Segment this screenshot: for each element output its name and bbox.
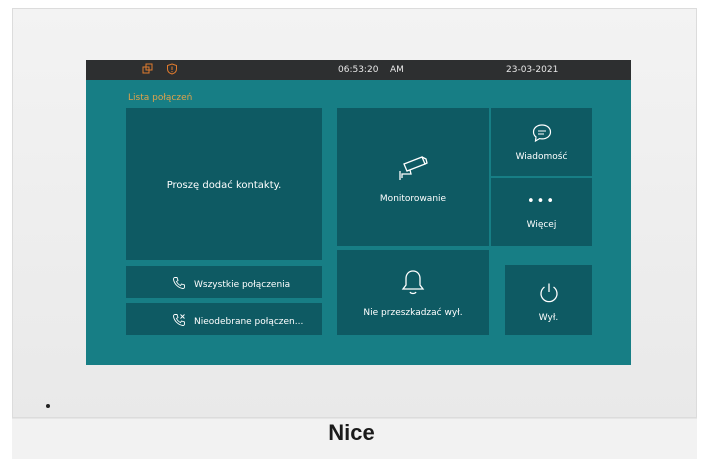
do-not-disturb-label: Nie przeszkadzać wył.	[363, 308, 463, 318]
clock-time: 06:53:20	[338, 65, 379, 75]
contacts-panel: Proszę dodać kontakty.	[126, 108, 322, 260]
contacts-placeholder-text: Proszę dodać kontakty.	[166, 180, 282, 191]
all-calls-button[interactable]: Wszystkie połączenia	[126, 266, 322, 298]
messages-button[interactable]: Wiadomość	[491, 108, 592, 176]
brand-logo: Nice	[328, 420, 375, 445]
do-not-disturb-button[interactable]: Nie przeszkadzać wył.	[337, 250, 489, 335]
screens-icon	[142, 63, 154, 75]
missed-calls-button[interactable]: Nieodebrane połączen...	[126, 303, 322, 335]
messages-label: Wiadomość	[515, 152, 568, 162]
phone-icon	[172, 276, 186, 293]
more-label: Więcej	[526, 220, 557, 230]
clock-ampm: AM	[390, 65, 404, 75]
message-bubble-icon	[531, 123, 553, 143]
missed-calls-label: Nieodebrane połączen...	[194, 316, 304, 327]
more-button[interactable]: ••• Więcej	[491, 178, 592, 246]
status-bar: 06:53:20 AM 23-03-2021	[86, 60, 631, 80]
device-sensor-dot	[46, 404, 50, 408]
more-dots-icon: •••	[526, 194, 556, 209]
missed-call-icon	[172, 313, 186, 330]
page-title: Lista połączeń	[128, 93, 193, 103]
power-off-label: Wył.	[538, 313, 559, 323]
screen: 06:53:20 AM 23-03-2021 Lista połączeń Pr…	[86, 60, 631, 365]
bell-icon	[400, 268, 426, 296]
clock-date: 23-03-2021	[506, 65, 559, 75]
shield-alert-icon	[166, 63, 178, 75]
monitoring-button[interactable]: Monitorowanie	[337, 108, 489, 246]
all-calls-label: Wszystkie połączenia	[194, 279, 291, 290]
camera-icon	[396, 152, 430, 182]
power-off-button[interactable]: Wył.	[505, 265, 592, 335]
monitoring-label: Monitorowanie	[379, 194, 447, 204]
power-icon	[537, 281, 561, 305]
